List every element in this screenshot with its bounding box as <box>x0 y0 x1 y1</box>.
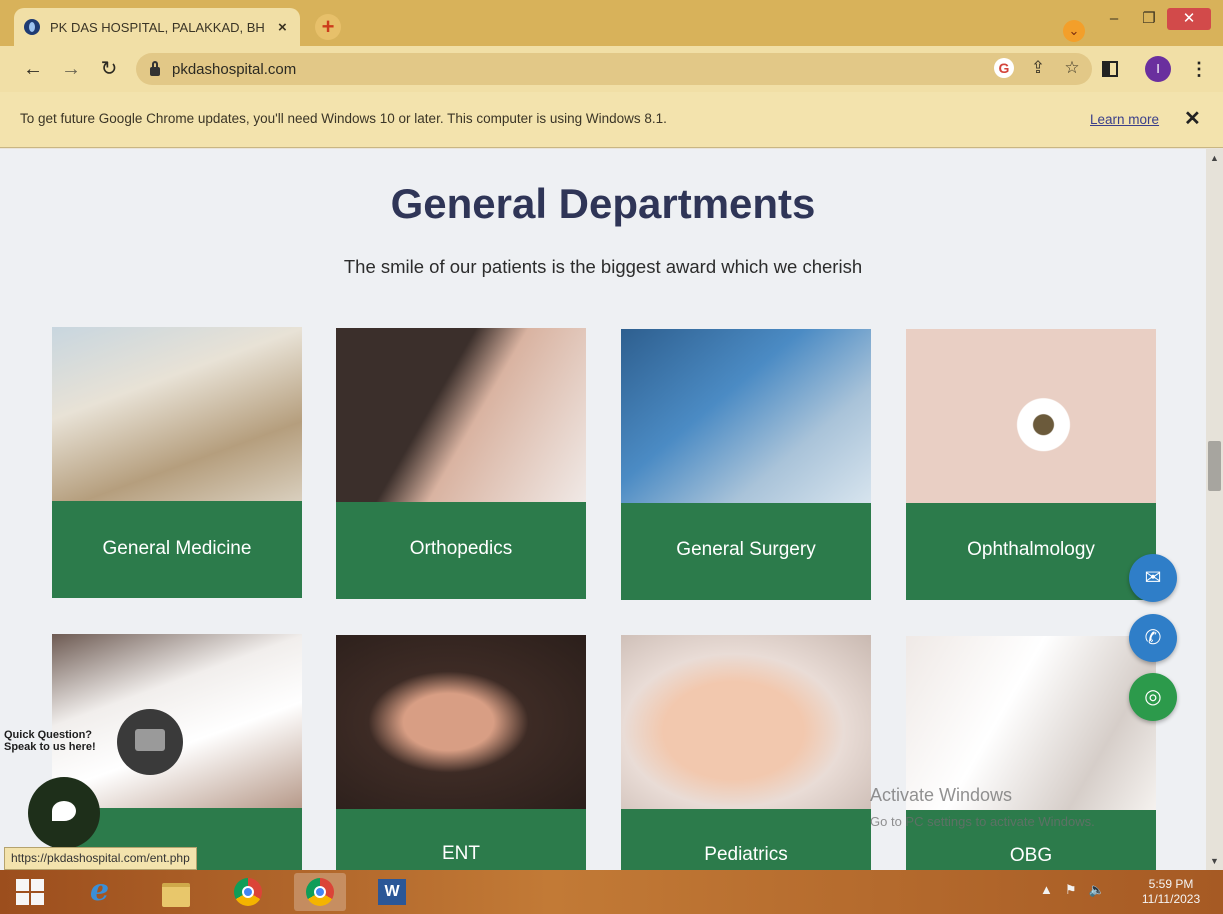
system-tray: ▲ ⚑ 🔈 <box>1040 882 1105 898</box>
google-lens-icon[interactable]: G <box>994 58 1014 78</box>
forward-arrow-icon[interactable]: → <box>58 56 84 82</box>
file-explorer-icon[interactable] <box>150 873 202 911</box>
vertical-scrollbar[interactable]: ▲ ▼ <box>1206 149 1223 870</box>
back-arrow-icon[interactable]: ← <box>20 56 46 82</box>
infobar-close-button[interactable]: ✕ <box>1184 106 1201 131</box>
department-card-pediatrics[interactable]: Pediatrics <box>621 635 871 870</box>
page-title: General Departments <box>390 180 816 227</box>
clock-date: 11/11/2023 <box>1141 892 1201 906</box>
page-subtitle: The smile of our patients is the biggest… <box>343 256 863 277</box>
department-card-obg[interactable]: OBG <box>906 636 1156 870</box>
volume-muted-icon[interactable]: 🔈 <box>1089 882 1105 898</box>
scroll-down-arrow-icon[interactable]: ▼ <box>1210 856 1219 866</box>
department-card-general-medicine[interactable]: General Medicine <box>52 327 302 598</box>
chat-bubble-icon[interactable] <box>117 709 183 775</box>
department-label: General Surgery <box>676 539 816 560</box>
tab-pkdas-hospital[interactable]: PK DAS HOSPITAL, PALAKKAD, BH × <box>14 8 300 46</box>
chrome-logo-icon <box>234 878 262 906</box>
tray-expand-icon[interactable]: ▲ <box>1040 882 1053 898</box>
department-card-orthopedics[interactable]: Orthopedics <box>336 328 586 599</box>
tab-close-button[interactable]: × <box>278 19 287 36</box>
browser-menu-icon[interactable]: ⋮ <box>1190 58 1208 80</box>
eye-photo <box>906 329 1156 503</box>
department-label: ENT <box>442 843 480 864</box>
department-label: OBG <box>1009 845 1053 866</box>
window-close-button[interactable]: ✕ <box>1167 8 1211 30</box>
site-favicon-icon <box>24 19 40 35</box>
tab-title: PK DAS HOSPITAL, PALAKKAD, BH <box>50 19 265 35</box>
chat-launcher-button[interactable] <box>28 777 100 849</box>
chrome-icon[interactable] <box>222 873 274 911</box>
department-card-general-surgery[interactable]: General Surgery <box>621 329 871 600</box>
taskbar-clock[interactable]: 5:59 PM 11/11/2023 <box>1126 877 1216 907</box>
quick-question-line1: Quick Question? <box>4 729 93 741</box>
share-icon[interactable]: ⇪ <box>1028 58 1048 78</box>
phone-icon[interactable]: ✆ <box>1129 614 1177 662</box>
minimize-button[interactable]: – <box>1102 8 1126 30</box>
quick-question-line2: Speak to us here! <box>4 741 96 753</box>
scroll-thumb[interactable] <box>1208 441 1221 491</box>
pills-photo <box>52 327 302 501</box>
address-bar[interactable]: pkdashospital.com G ⇪ ☆ <box>136 53 1092 85</box>
department-card-ophthalmology[interactable]: Ophthalmology <box>906 329 1156 600</box>
surgeons-photo <box>621 329 871 503</box>
browser-toolbar: ← → ↻ pkdashospital.com G ⇪ ☆ I ⋮ <box>0 46 1223 92</box>
doctor-photo <box>52 634 302 808</box>
quick-question-prompt[interactable]: Quick Question? Speak to us here! <box>4 729 96 753</box>
chrome-logo-icon <box>306 878 334 906</box>
side-panel-icon[interactable] <box>1102 61 1118 77</box>
department-label: Ophthalmology <box>967 539 1095 560</box>
update-infobar: To get future Google Chrome updates, you… <box>0 92 1223 148</box>
ear-photo <box>336 635 586 809</box>
watermark-title: Activate Windows <box>870 785 1013 805</box>
infobar-message: To get future Google Chrome updates, you… <box>20 111 667 126</box>
whatsapp-icon[interactable]: ◎ <box>1129 673 1177 721</box>
department-card-ent[interactable]: ENT <box>336 635 586 870</box>
page-content: General Departments The smile of our pat… <box>0 149 1206 870</box>
windows-start-icon[interactable] <box>16 879 44 905</box>
clock-time: 5:59 PM <box>1148 877 1194 891</box>
new-tab-button[interactable]: + <box>315 14 341 40</box>
action-center-flag-icon[interactable]: ⚑ <box>1065 882 1077 898</box>
email-icon[interactable]: ✉ <box>1129 554 1177 602</box>
maximize-button[interactable]: ❐ <box>1137 8 1161 30</box>
tab-search-icon[interactable]: ⌄ <box>1063 20 1085 42</box>
url-text[interactable]: pkdashospital.com <box>172 61 296 78</box>
profile-avatar[interactable]: I <box>1145 56 1171 82</box>
activate-windows-watermark: Activate Windows Go to PC settings to ac… <box>870 785 1095 829</box>
baby-photo <box>621 635 871 809</box>
omnibox-actions: G ⇪ ☆ <box>994 58 1082 78</box>
reload-icon[interactable]: ↻ <box>96 56 122 82</box>
learn-more-link[interactable]: Learn more <box>1090 112 1159 127</box>
department-label: Pediatrics <box>704 844 788 865</box>
scroll-up-arrow-icon[interactable]: ▲ <box>1210 153 1219 163</box>
lock-icon[interactable] <box>150 60 160 76</box>
word-icon[interactable] <box>366 873 418 911</box>
department-label: Orthopedics <box>409 538 513 559</box>
knee-photo <box>336 328 586 502</box>
chrome-profile-icon[interactable] <box>294 873 346 911</box>
internet-explorer-icon[interactable] <box>78 873 130 911</box>
bookmark-star-icon[interactable]: ☆ <box>1062 58 1082 78</box>
department-label: General Medicine <box>102 538 252 559</box>
watermark-subtitle: Go to PC settings to activate Windows. <box>870 814 1095 829</box>
tab-strip: PK DAS HOSPITAL, PALAKKAD, BH × + ⌄ – ❐ … <box>0 0 1223 46</box>
windows-taskbar: ▲ ⚑ 🔈 5:59 PM 11/11/2023 <box>0 870 1223 914</box>
pregnancy-photo <box>906 636 1156 810</box>
link-status-url: https://pkdashospital.com/ent.php <box>4 847 197 870</box>
